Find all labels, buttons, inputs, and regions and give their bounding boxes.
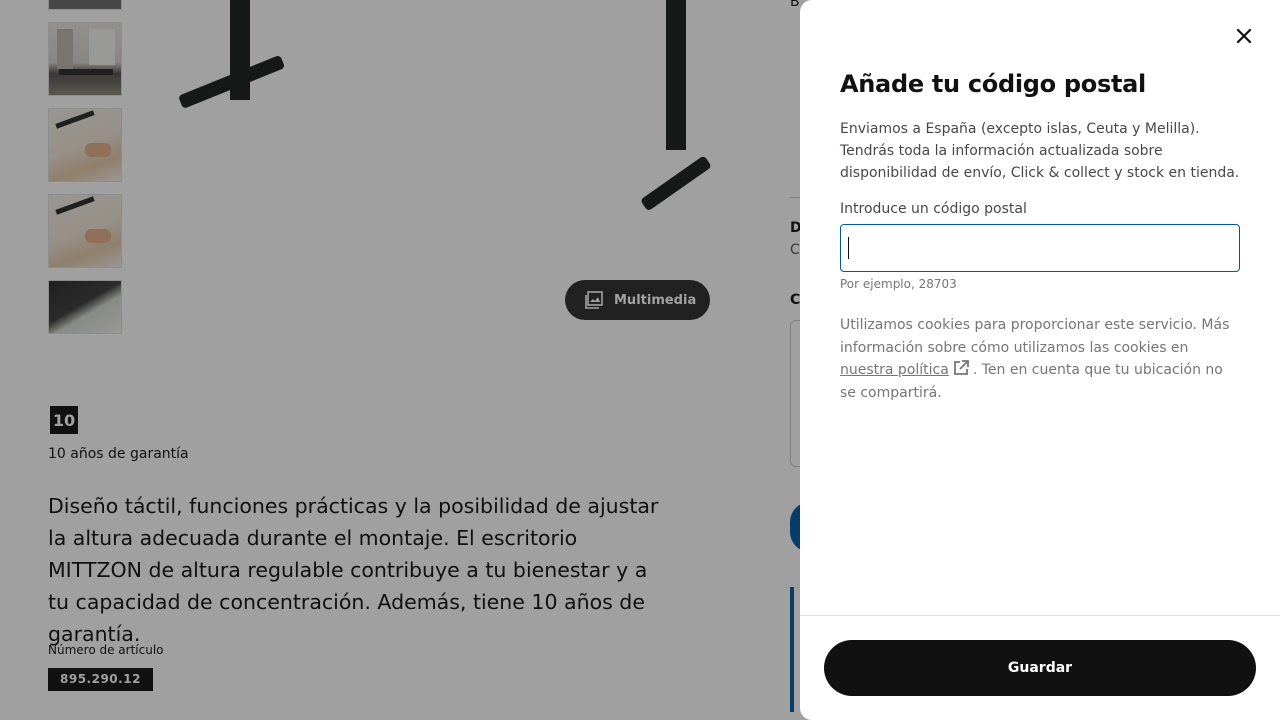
save-button[interactable]: Guardar [824,640,1256,696]
text-caret [848,237,849,259]
postal-code-hint: Por ejemplo, 28703 [840,277,957,291]
postal-code-label: Introduce un código postal [840,201,1027,217]
footer-divider [800,615,1280,616]
modal-title: Añade tu código postal [840,70,1146,98]
modal-intro-text: Enviamos a España (excepto islas, Ceuta … [840,121,1240,181]
privacy-policy-link[interactable]: nuestra política [840,362,949,378]
cookie-text-before: Utilizamos cookies para proporcionar est… [840,317,1230,356]
external-link-icon [953,360,969,375]
postal-code-input[interactable] [840,224,1240,272]
cookie-notice: Utilizamos cookies para proporcionar est… [840,314,1240,404]
close-button[interactable] [1226,18,1262,54]
close-icon [1236,28,1252,44]
